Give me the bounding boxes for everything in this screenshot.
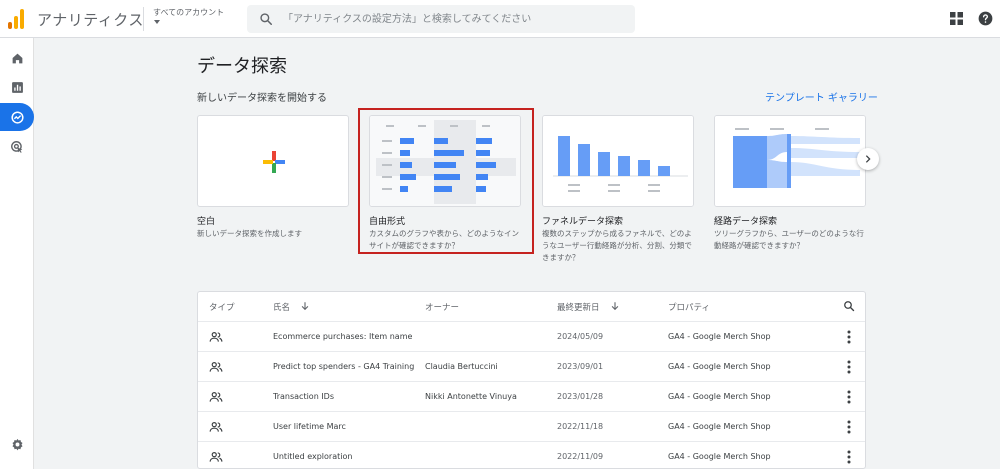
template-blank-tile[interactable] [197, 115, 349, 207]
analytics-logo-icon[interactable] [8, 9, 26, 29]
more-vert-icon[interactable] [846, 360, 852, 374]
top-app-bar: アナリティクス すべてのアカウント [0, 0, 1000, 38]
template-path-desc: ツリーグラフから、ユーザーのどのような行動経路が確認できますか？ [714, 229, 864, 250]
nav-admin-settings[interactable] [0, 430, 34, 458]
search-bar[interactable] [247, 5, 635, 33]
nav-reports[interactable] [0, 73, 34, 101]
table-row[interactable]: Transaction IDs Nikki Antonette Vinuya 2… [198, 381, 865, 411]
row-name[interactable]: User lifetime Marc [273, 422, 346, 431]
templates-next-button[interactable] [857, 148, 879, 170]
template-path-name: 経路データ探索 [714, 217, 778, 227]
search-icon[interactable] [259, 12, 273, 26]
template-funnel-desc: 複数のステップから成るファネルで、どのようなユーザー行動経路が分析、分割、分類で… [542, 229, 692, 262]
funnel-thumbnail-icon [543, 116, 693, 206]
row-property: GA4 - Google Merch Shop [668, 392, 771, 401]
nav-advertising[interactable] [0, 133, 34, 161]
row-property: GA4 - Google Merch Shop [668, 452, 771, 461]
search-input[interactable] [283, 10, 628, 28]
sort-down-arrow-icon[interactable] [610, 301, 620, 311]
explorations-table: タイプ 氏名 オーナー 最終更新日 プロパティ Ecommerce purcha… [197, 291, 866, 469]
row-date: 2022/11/09 [557, 452, 604, 461]
table-search-icon[interactable] [843, 300, 855, 312]
header-divider [143, 7, 144, 31]
freeform-highlight-box [358, 108, 534, 254]
apps-grid-icon[interactable] [950, 12, 963, 25]
advertising-icon [11, 141, 23, 153]
home-icon [12, 53, 22, 63]
row-date: 2023/01/28 [557, 392, 604, 401]
template-gallery-link[interactable]: テンプレート ギャラリー [765, 89, 878, 104]
help-icon[interactable] [978, 11, 993, 26]
row-owner: Claudia Bertuccini [425, 362, 498, 371]
row-property: GA4 - Google Merch Shop [668, 332, 771, 341]
table-row[interactable]: Predict top spenders - GA4 Training Clau… [198, 351, 865, 381]
row-date: 2024/05/09 [557, 332, 604, 341]
start-new-exploration-label: 新しいデータ探索を開始する [197, 93, 327, 104]
more-vert-icon[interactable] [846, 390, 852, 404]
sort-down-arrow-icon[interactable] [300, 301, 310, 311]
shared-users-icon [209, 362, 223, 372]
path-thumbnail-icon [715, 116, 865, 206]
nav-explore[interactable] [0, 103, 34, 131]
table-row[interactable]: Untitled exploration 2022/11/09 GA4 - Go… [198, 441, 865, 468]
row-property: GA4 - Google Merch Shop [668, 362, 771, 371]
page-title: データ探索 [197, 56, 287, 77]
row-date: 2022/11/18 [557, 422, 604, 431]
chevron-right-icon [865, 155, 871, 163]
more-vert-icon[interactable] [846, 420, 852, 434]
row-name[interactable]: Transaction IDs [273, 392, 334, 401]
left-nav-rail [0, 38, 34, 469]
row-owner: Nikki Antonette Vinuya [425, 392, 517, 401]
row-name[interactable]: Untitled exploration [273, 452, 352, 461]
more-vert-icon[interactable] [846, 330, 852, 344]
template-funnel-name: ファネルデータ探索 [542, 217, 624, 227]
account-selector[interactable]: すべてのアカウント [153, 7, 224, 18]
template-funnel-tile[interactable] [542, 115, 694, 207]
col-owner[interactable]: オーナー [425, 301, 459, 313]
template-blank-desc: 新しいデータ探索を作成します [197, 229, 302, 238]
table-row[interactable]: Ecommerce purchases: Item name 2024/05/0… [198, 321, 865, 351]
row-name[interactable]: Predict top spenders - GA4 Training [273, 362, 414, 371]
shared-users-icon [209, 452, 223, 462]
app-title: アナリティクス [37, 11, 144, 29]
settings-icon [11, 438, 23, 450]
nav-home[interactable] [0, 44, 34, 72]
table-row[interactable]: User lifetime Marc 2022/11/18 GA4 - Goog… [198, 411, 865, 441]
shared-users-icon [209, 392, 223, 402]
more-vert-icon[interactable] [846, 450, 852, 464]
plus-icon [263, 151, 285, 173]
explore-icon [10, 110, 24, 124]
row-name[interactable]: Ecommerce purchases: Item name [273, 332, 412, 341]
shared-users-icon [209, 332, 223, 342]
shared-users-icon [209, 422, 223, 432]
col-name[interactable]: 氏名 [273, 301, 290, 313]
row-property: GA4 - Google Merch Shop [668, 422, 771, 431]
col-property[interactable]: プロパティ [668, 301, 710, 313]
template-blank-name: 空白 [197, 217, 216, 227]
col-last-modified[interactable]: 最終更新日 [557, 301, 600, 313]
reports-icon [11, 81, 23, 93]
template-path-tile[interactable] [714, 115, 866, 207]
row-date: 2023/09/01 [557, 362, 604, 371]
col-type[interactable]: タイプ [209, 301, 235, 313]
account-caret-icon[interactable] [154, 20, 160, 24]
